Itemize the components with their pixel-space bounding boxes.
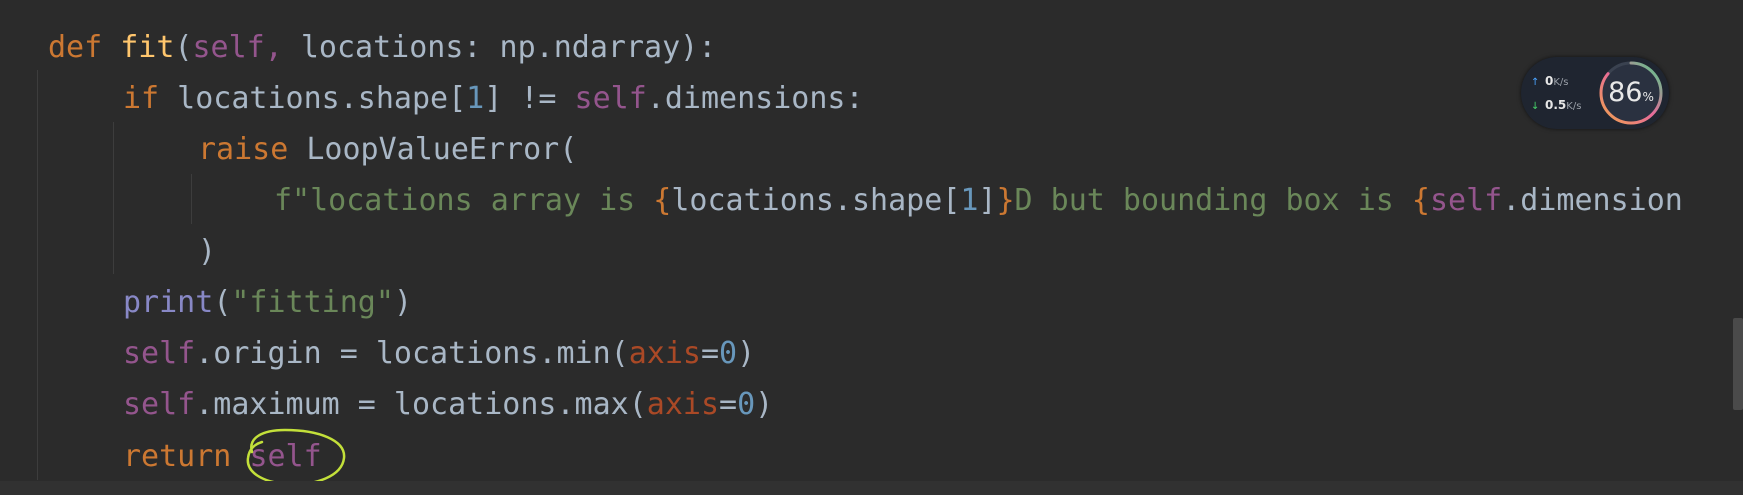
code-line-print[interactable]: print("fitting") — [0, 277, 412, 328]
origin-axis-kwarg: axis — [628, 336, 701, 371]
origin-assign: .origin = locations.min( — [195, 336, 629, 371]
fstring-rbrace-1: } — [996, 183, 1015, 218]
return-self: self — [249, 439, 322, 474]
keyword-raise: raise — [198, 132, 289, 167]
origin-eq: = — [700, 336, 720, 371]
keyword-if: if — [123, 81, 160, 116]
editor-bottom-band — [0, 481, 1743, 495]
fstring-expr-1-end: ] — [978, 183, 997, 218]
if-cond-b: ] != — [484, 81, 575, 116]
code-line-close-paren[interactable]: ) — [0, 226, 216, 277]
code-line-maximum[interactable]: self.maximum = locations.max(axis=0) — [0, 379, 773, 430]
fstring-lbrace-2: { — [1411, 183, 1430, 218]
maximum-axis-kwarg: axis — [646, 387, 720, 422]
print-close: ) — [393, 285, 412, 320]
code-line-def[interactable]: def fit(self, locations: np.ndarray): — [0, 22, 716, 73]
code-line-return[interactable]: return self — [0, 431, 322, 482]
code-line-origin[interactable]: self.origin = locations.min(axis=0) — [0, 328, 755, 379]
params-rest: locations: np.ndarray): — [282, 30, 717, 65]
fstring-index-1: 1 — [960, 183, 979, 218]
if-index: 1 — [466, 81, 485, 116]
fstring-expr-2: .dimension — [1502, 183, 1683, 218]
upload-unit: K/s — [1553, 77, 1569, 88]
close-paren: ) — [198, 234, 217, 269]
usage-percent: 86% — [1597, 59, 1665, 127]
maximum-assign: .maximum = locations.max( — [195, 387, 647, 422]
fstring-self-2: self — [1429, 183, 1503, 218]
maximum-axis-value: 0 — [737, 387, 756, 422]
code-line-fstring[interactable]: f"locations array is {locations.shape[1]… — [0, 175, 1683, 226]
code-line-if[interactable]: if locations.shape[1] != self.dimensions… — [0, 73, 864, 124]
if-self: self — [574, 81, 647, 116]
origin-self: self — [123, 336, 196, 371]
print-open: ( — [213, 285, 232, 320]
download-unit: K/s — [1566, 101, 1582, 112]
fstring-lbrace-1: { — [653, 183, 672, 218]
builtin-print: print — [123, 285, 214, 320]
usage-value: 86 — [1608, 77, 1643, 108]
upload-speed: ↑ 0K/s — [1531, 71, 1569, 91]
download-value: 0.5 — [1545, 98, 1567, 112]
function-name: fit — [120, 30, 175, 65]
fstring-mid: D but bounding box is — [1014, 183, 1412, 218]
keyword-def: def — [48, 30, 103, 65]
if-cond-a: locations.shape[ — [159, 81, 467, 116]
params-open: ( — [174, 30, 193, 65]
maximum-close: ) — [755, 387, 774, 422]
network-speed-widget[interactable]: ↑ 0K/s ↓ 0.5K/s 86% — [1521, 57, 1669, 129]
param-self: self, — [192, 30, 283, 65]
fstring-head: f"locations array is — [274, 183, 654, 218]
keyword-return: return — [123, 439, 232, 474]
download-speed: ↓ 0.5K/s — [1531, 95, 1581, 115]
vertical-scrollbar-thumb[interactable] — [1733, 318, 1743, 410]
upload-arrow-icon: ↑ — [1531, 77, 1540, 88]
print-string: "fitting" — [231, 285, 394, 320]
fstring-expr-1: locations.shape[ — [671, 183, 961, 218]
maximum-eq: = — [719, 387, 738, 422]
download-arrow-icon: ↓ — [1531, 101, 1540, 112]
origin-close: ) — [737, 336, 756, 371]
raise-rest: LoopValueError( — [288, 132, 578, 167]
usage-unit: % — [1642, 90, 1654, 104]
if-cond-c: .dimensions: — [646, 81, 864, 116]
code-line-raise[interactable]: raise LoopValueError( — [0, 124, 577, 175]
code-editor[interactable]: def fit(self, locations: np.ndarray): if… — [0, 0, 1743, 495]
origin-axis-value: 0 — [719, 336, 738, 371]
maximum-self: self — [123, 387, 196, 422]
